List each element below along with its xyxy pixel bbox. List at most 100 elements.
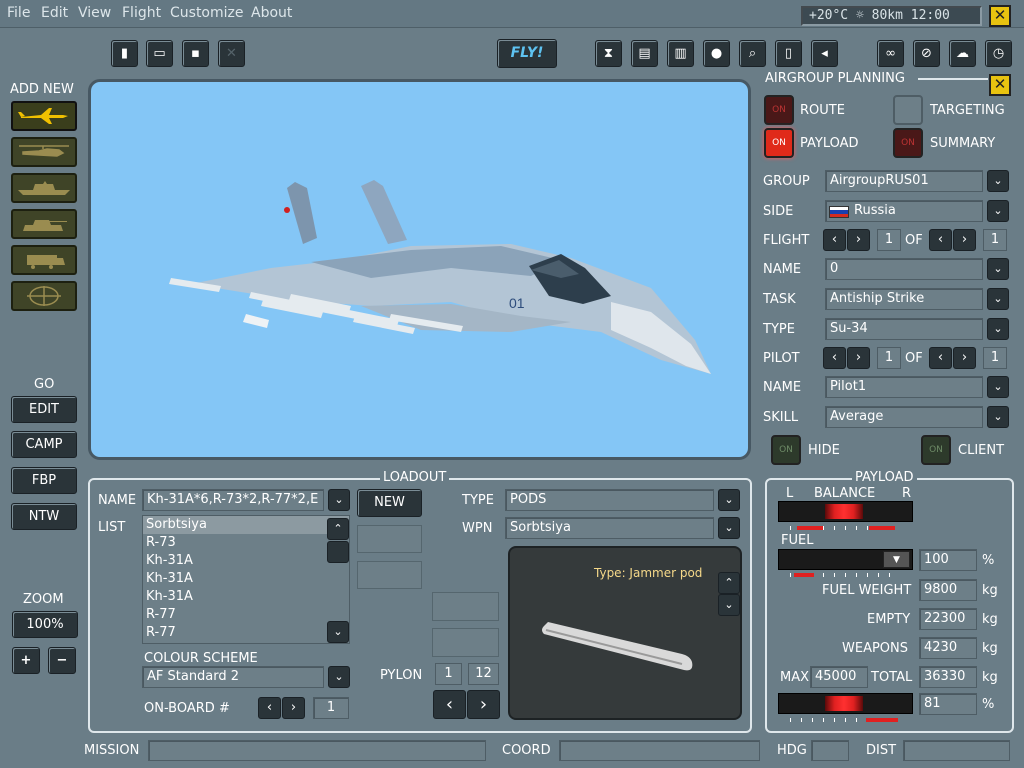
zoom-level[interactable]: 100% (12, 611, 78, 638)
close-app-button[interactable]: ✕ (989, 5, 1011, 27)
loadout-empty-button-1[interactable] (357, 525, 422, 553)
add-vehicle-button[interactable] (11, 245, 77, 275)
pylon-type-field[interactable]: PODS (505, 489, 714, 511)
go-fbp-button[interactable]: FBP (11, 467, 77, 494)
menu-edit[interactable]: Edit (41, 5, 68, 21)
save-icon[interactable]: ▪ (182, 40, 209, 67)
prev-arrow-icon[interactable]: ‹ (258, 697, 281, 719)
menu-file[interactable]: File (7, 5, 30, 21)
payload-toggle[interactable]: ON (764, 128, 794, 158)
weapon-list[interactable]: Sorbtsiya R-73 Kh-31A Kh-31A Kh-31A R-77… (142, 515, 350, 644)
menu-customize[interactable]: Customize (170, 5, 244, 21)
colour-scheme-dropdown-icon[interactable]: ⌄ (328, 666, 350, 688)
fuel-slider[interactable]: ▼ (778, 549, 913, 570)
pilot-name-field[interactable]: Pilot1 (825, 376, 983, 398)
add-static-target-button[interactable] (11, 281, 77, 311)
prev-arrow-icon[interactable]: ‹ (823, 229, 846, 251)
pylon-type-dropdown-icon[interactable]: ⌄ (718, 489, 740, 511)
prev-pylon-icon[interactable]: ‹ (433, 690, 466, 719)
pilot-head-icon[interactable]: ● (703, 40, 730, 67)
new-loadout-button[interactable]: NEW (357, 489, 422, 517)
task-field[interactable]: Antiship Strike (825, 288, 983, 310)
add-helicopter-button[interactable] (11, 137, 77, 167)
weapon-dropdown-icon[interactable]: ⌄ (718, 517, 740, 539)
fuel-weight-field[interactable]: 9800 (919, 579, 977, 601)
type-dropdown-icon[interactable]: ⌄ (987, 318, 1009, 340)
list-item[interactable]: Kh-31A (143, 570, 349, 588)
skill-field[interactable]: Average (825, 406, 983, 428)
preview-down-icon[interactable]: ⌄ (718, 594, 740, 616)
weapon-field[interactable]: Sorbtsiya (505, 517, 714, 539)
go-camp-button[interactable]: CAMP (11, 431, 77, 458)
summary-toggle[interactable]: ON (893, 128, 923, 158)
pilot-stepper[interactable]: ‹ › (823, 347, 870, 369)
name-field[interactable]: 0 (825, 258, 983, 280)
scroll-down-icon[interactable]: ⌄ (327, 621, 349, 643)
next-arrow-icon[interactable]: › (847, 347, 870, 369)
preview-up-icon[interactable]: ⌃ (718, 572, 740, 594)
list-item[interactable]: R-77 (143, 624, 349, 642)
pylon-empty-button-2[interactable] (432, 628, 499, 657)
next-arrow-icon[interactable]: › (282, 697, 305, 719)
group-field[interactable]: AirgroupRUS01 (825, 170, 983, 192)
flight-total-stepper[interactable]: ‹ › (929, 229, 976, 251)
fuel-slider-handle[interactable]: ▼ (883, 551, 910, 568)
task-dropdown-icon[interactable]: ⌄ (987, 288, 1009, 310)
book-icon[interactable]: ▯ (775, 40, 802, 67)
search-icon[interactable]: ⌕ (739, 40, 766, 67)
prev-arrow-icon[interactable]: ‹ (929, 347, 952, 369)
list-item[interactable]: R-77 (143, 606, 349, 624)
prev-arrow-icon[interactable]: ‹ (929, 229, 952, 251)
side-dropdown-icon[interactable]: ⌄ (987, 200, 1009, 222)
new-file-icon[interactable]: ▮ (111, 40, 138, 67)
list-item[interactable]: Kh-31A (143, 588, 349, 606)
clock-icon[interactable]: ◷ (985, 40, 1012, 67)
targeting-toggle[interactable] (893, 95, 923, 125)
pilot-name-dropdown-icon[interactable]: ⌄ (987, 376, 1009, 398)
client-toggle[interactable]: ON (921, 435, 951, 465)
pylon-empty-button-1[interactable] (432, 592, 499, 621)
weather-display[interactable]: +20°C ☼ 80km 12:00 (801, 6, 982, 26)
pylon-stepper[interactable]: ‹ › (433, 690, 500, 719)
skill-dropdown-icon[interactable]: ⌄ (987, 406, 1009, 428)
list-item[interactable]: R-73 (143, 534, 349, 552)
zoom-out-button[interactable]: − (48, 647, 76, 674)
route-toggle[interactable]: ON (764, 95, 794, 125)
scroll-up-icon[interactable]: ⌃ (327, 518, 349, 540)
colour-scheme-field[interactable]: AF Standard 2 (142, 666, 324, 688)
menu-view[interactable]: View (78, 5, 111, 21)
scrollbar-thumb[interactable] (327, 541, 349, 563)
fly-button[interactable]: FLY! (497, 39, 557, 68)
onboard-number[interactable]: 1 (313, 697, 349, 719)
open-folder-icon[interactable]: ▭ (146, 40, 173, 67)
binoculars-icon[interactable]: ∞ (877, 40, 904, 67)
go-edit-button[interactable]: EDIT (11, 396, 77, 423)
flight-stepper[interactable]: ‹ › (823, 229, 870, 251)
onboard-stepper[interactable]: ‹ › (258, 697, 305, 719)
clipboard-icon[interactable]: ▥ (667, 40, 694, 67)
menu-flight[interactable]: Flight (122, 5, 161, 21)
list-item[interactable]: Sorbtsiya (143, 516, 349, 534)
hide-toggle[interactable]: ON (771, 435, 801, 465)
add-ship-button[interactable] (11, 173, 77, 203)
speaker-icon[interactable]: ◂ (811, 40, 838, 67)
loadout-empty-button-2[interactable] (357, 561, 422, 589)
add-airplane-button[interactable] (11, 101, 77, 131)
go-ntw-button[interactable]: NTW (11, 503, 77, 530)
add-tank-button[interactable] (11, 209, 77, 239)
name-dropdown-icon[interactable]: ⌄ (987, 258, 1009, 280)
hourglass-icon[interactable]: ⧗ (595, 40, 622, 67)
prev-arrow-icon[interactable]: ‹ (823, 347, 846, 369)
weather-cloud-icon[interactable]: ☁ (949, 40, 976, 67)
close-panel-button[interactable]: ✕ (989, 74, 1011, 96)
next-pylon-icon[interactable]: › (467, 690, 500, 719)
aircraft-preview[interactable]: 01 (88, 79, 751, 460)
prohibited-icon[interactable]: ⊘ (913, 40, 940, 67)
fuel-percent-field[interactable]: 100 (919, 549, 977, 571)
aircraft-type-field[interactable]: Su-34 (825, 318, 983, 340)
group-dropdown-icon[interactable]: ⌄ (987, 170, 1009, 192)
next-arrow-icon[interactable]: › (953, 347, 976, 369)
pilot-total-stepper[interactable]: ‹ › (929, 347, 976, 369)
loadout-name-field[interactable]: Kh-31A*6,R-73*2,R-77*2,E (142, 489, 324, 511)
next-arrow-icon[interactable]: › (847, 229, 870, 251)
